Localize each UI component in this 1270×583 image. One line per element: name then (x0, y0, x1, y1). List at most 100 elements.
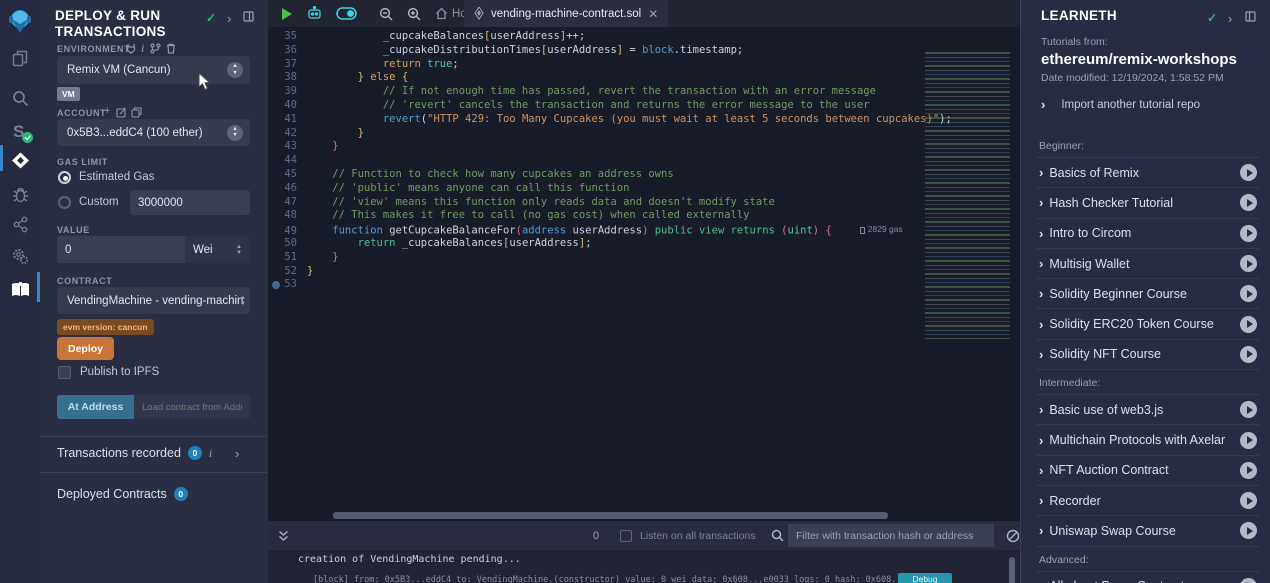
line-number[interactable]: 47 (268, 196, 307, 210)
tutorial-item[interactable]: ›Solidity NFT Course (1037, 340, 1259, 370)
play-tutorial-button[interactable] (1240, 492, 1257, 509)
code-line[interactable]: 40 // 'revert' cancels the transaction a… (268, 99, 1020, 113)
code-line[interactable]: 51 } (268, 251, 1020, 265)
tutorial-item[interactable]: ›Multisig Wallet (1037, 249, 1259, 279)
code-line[interactable]: 45 // Function to check how many cupcake… (268, 168, 1020, 182)
line-number[interactable]: 43 (268, 140, 307, 154)
learneth-icon[interactable] (0, 274, 40, 304)
run-script-icon[interactable] (274, 0, 300, 27)
horizontal-scrollbar[interactable] (333, 512, 888, 519)
at-address-input[interactable] (134, 395, 250, 419)
tutorial-item[interactable]: ›Multichain Protocols with Axelar (1037, 425, 1259, 455)
code-line[interactable]: 39 // If not enough time has passed, rev… (268, 85, 1020, 99)
line-number[interactable]: 36 (268, 44, 307, 58)
search-icon[interactable] (0, 84, 40, 112)
play-tutorial-button[interactable] (1240, 462, 1257, 479)
tutorial-item[interactable]: ›Uniswap Swap Course (1037, 516, 1259, 546)
close-tab-icon[interactable]: ✕ (648, 7, 658, 21)
custom-gas-radio[interactable] (58, 196, 71, 209)
value-unit-select[interactable]: Wei ▲▼ (185, 236, 250, 263)
play-tutorial-button[interactable] (1240, 285, 1257, 302)
code-line[interactable]: 48 // This makes it free to call (no gas… (268, 209, 1020, 223)
code-editor[interactable]: 35 _cupcakeBalances[userAddress]++;36 _c… (268, 27, 1020, 511)
code-line[interactable]: 53 (268, 278, 1020, 292)
code-line[interactable]: 42 } (268, 127, 1020, 141)
play-tutorial-button[interactable] (1240, 225, 1257, 242)
deploy-button[interactable]: Deploy (57, 337, 114, 360)
line-number[interactable]: 37 (268, 58, 307, 72)
add-account-icon[interactable]: + (104, 105, 110, 117)
code-line[interactable]: 36 _cupcakeDistributionTimes[userAddress… (268, 44, 1020, 58)
line-number[interactable]: 40 (268, 99, 307, 113)
learneth-expand-icon[interactable]: › (1228, 11, 1232, 26)
play-tutorial-button[interactable] (1240, 194, 1257, 211)
zoom-in-icon[interactable] (400, 0, 428, 27)
play-tutorial-button[interactable] (1240, 432, 1257, 449)
ai-copilot-icon[interactable] (300, 0, 329, 27)
environment-select[interactable]: Remix VM (Cancun) ▲▼ (57, 56, 250, 84)
line-number[interactable]: 53 (268, 278, 307, 292)
transactions-expand-icon[interactable]: › (235, 446, 239, 461)
line-number[interactable]: 52 (268, 265, 307, 279)
solidity-compiler-icon[interactable]: S (0, 116, 40, 146)
play-tutorial-button[interactable] (1240, 522, 1257, 539)
line-number[interactable]: 50 (268, 237, 307, 251)
line-number[interactable]: 42 (268, 127, 307, 141)
zoom-out-icon[interactable] (372, 0, 400, 27)
code-line[interactable]: 46 // 'public' means anyone can call thi… (268, 182, 1020, 196)
terminal-output[interactable]: creation of VendingMachine pending... [b… (268, 550, 1020, 583)
listen-transactions-checkbox[interactable] (620, 530, 632, 542)
code-line[interactable]: 41 revert("HTTP 429: Too Many Cupcakes (… (268, 113, 1020, 127)
tutorial-item[interactable]: ›Intro to Circom (1037, 219, 1259, 249)
play-tutorial-button[interactable] (1240, 578, 1257, 583)
remix-logo[interactable] (0, 6, 40, 38)
tutorial-item[interactable]: ›Basics of Remix (1037, 158, 1259, 188)
tutorial-item[interactable]: ›All about Proxy Contracts (1037, 572, 1259, 583)
collapse-terminal-icon[interactable] (268, 522, 299, 549)
estimated-gas-radio[interactable] (58, 171, 71, 184)
line-number[interactable]: 35 (268, 30, 307, 44)
play-tutorial-button[interactable] (1240, 255, 1257, 272)
play-tutorial-button[interactable] (1240, 346, 1257, 363)
tutorial-item[interactable]: ›Recorder (1037, 486, 1259, 516)
tutorial-item[interactable]: ›Solidity ERC20 Token Course (1037, 309, 1259, 339)
environment-info-icon[interactable]: i (141, 41, 144, 56)
line-number[interactable]: 51 (268, 251, 307, 265)
line-number[interactable]: 48 (268, 209, 307, 223)
tutorial-item[interactable]: ›Basic use of web3.js (1037, 395, 1259, 425)
panel-layout-icon[interactable] (243, 11, 254, 25)
code-line[interactable]: 44 (268, 154, 1020, 168)
settings-icon[interactable] (0, 242, 40, 270)
line-number[interactable]: 45 (268, 168, 307, 182)
publish-ipfs-checkbox[interactable] (58, 366, 71, 379)
terminal-search-icon[interactable] (764, 522, 791, 549)
code-line[interactable]: 35 _cupcakeBalances[userAddress]++; (268, 30, 1020, 44)
code-line[interactable]: 49 function getCupcakeBalanceFor(address… (268, 223, 1020, 237)
at-address-button[interactable]: At Address (57, 395, 134, 419)
line-number[interactable]: 38 (268, 71, 307, 85)
play-tutorial-button[interactable] (1240, 401, 1257, 418)
tab-vending-machine-contract[interactable]: vending-machine-contract.sol ✕ (464, 0, 668, 27)
file-explorer-icon[interactable] (0, 44, 40, 72)
code-line[interactable]: 50 return _cupcakeBalances[userAddress]; (268, 237, 1020, 251)
environment-select-arrows-icon[interactable]: ▲▼ (227, 62, 243, 78)
line-number[interactable]: 41 (268, 113, 307, 127)
copilot-toggle[interactable] (329, 0, 364, 27)
import-tutorial-repo[interactable]: › Import another tutorial repo (1041, 97, 1200, 112)
tutorial-item[interactable]: ›Hash Checker Tutorial (1037, 188, 1259, 218)
debug-button[interactable]: Debug (898, 573, 952, 583)
account-select[interactable]: 0x5B3...eddC4 (100 ether) ▲▼ (57, 119, 250, 146)
line-number[interactable]: 39 (268, 85, 307, 99)
deploy-and-run-icon[interactable] (0, 146, 40, 174)
code-line[interactable]: 52} (268, 265, 1020, 279)
line-number[interactable]: 44 (268, 154, 307, 168)
play-tutorial-button[interactable] (1240, 316, 1257, 333)
code-line[interactable]: 43 } (268, 140, 1020, 154)
code-line[interactable]: 38 } else { (268, 71, 1020, 85)
terminal-scrollbar[interactable] (1009, 557, 1015, 583)
minimap[interactable] (925, 52, 1010, 339)
account-select-arrows-icon[interactable]: ▲▼ (227, 125, 243, 141)
git-icon[interactable] (0, 210, 40, 238)
line-number[interactable]: 46 (268, 182, 307, 196)
learneth-layout-icon[interactable] (1245, 11, 1256, 25)
